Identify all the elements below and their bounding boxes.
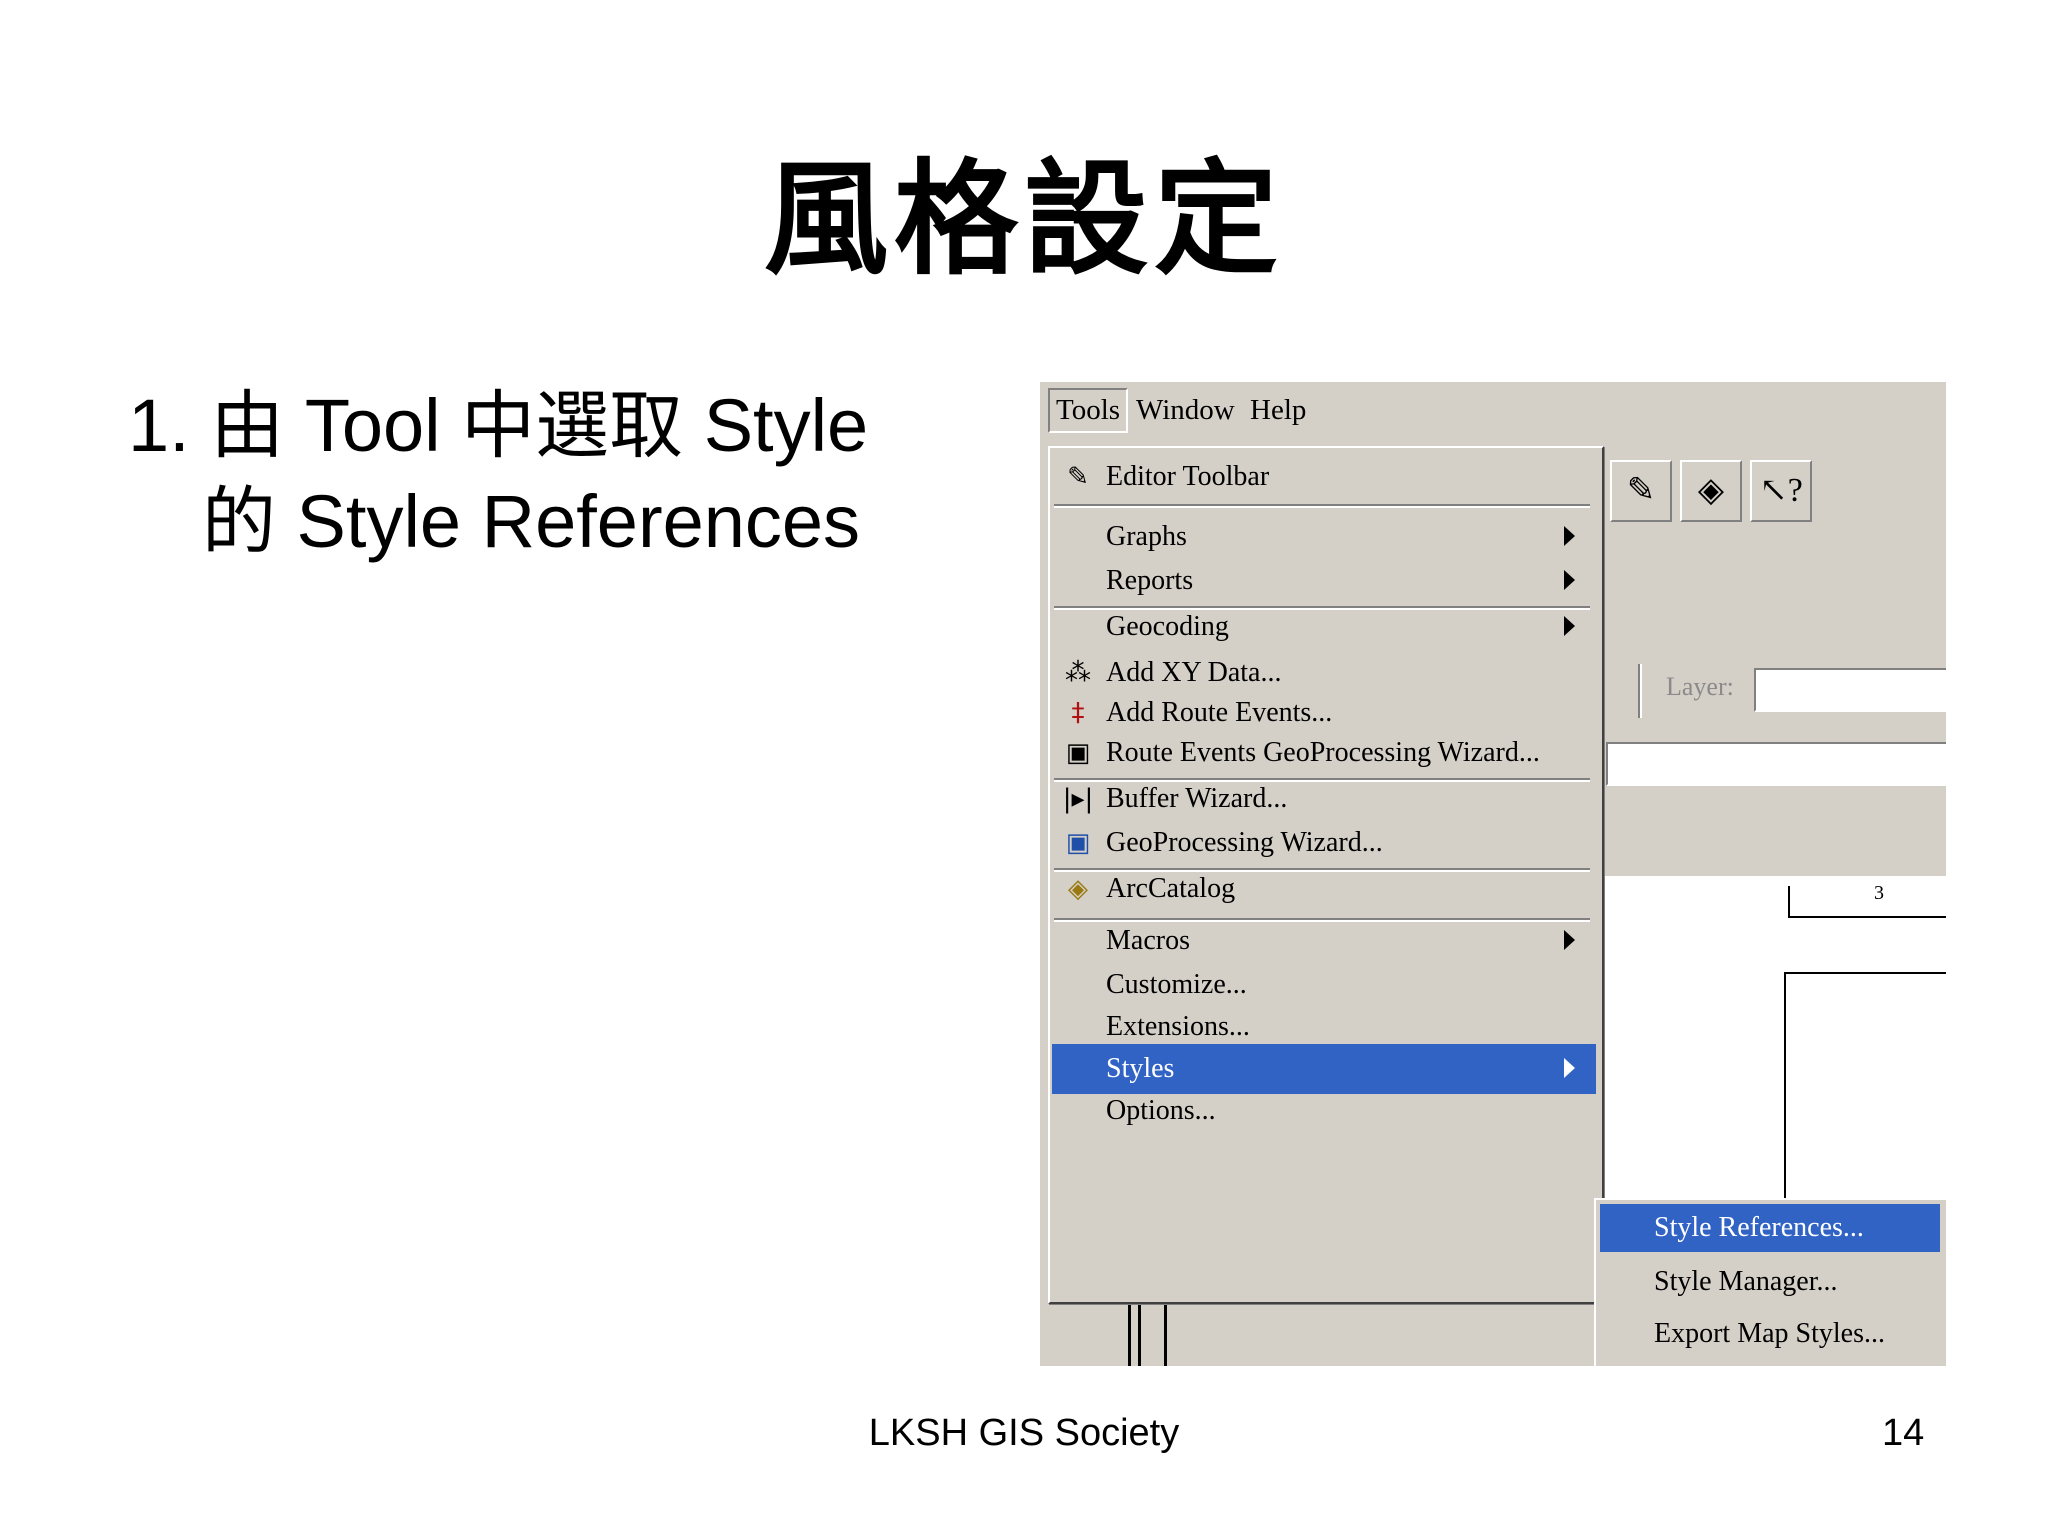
submenu-arrow-icon [1564, 930, 1575, 950]
menu-item-arccatalog[interactable]: ◈ ArcCatalog [1052, 864, 1596, 914]
layer-label: Layer: [1666, 672, 1734, 701]
menu-item-route-events-wizard[interactable]: ▣ Route Events GeoProcessing Wizard... [1052, 728, 1596, 778]
arccatalog-icon: ◈ [1068, 874, 1088, 904]
footer-text: LKSH GIS Society [868, 1412, 1180, 1454]
submenu-item-style-references[interactable]: Style References... [1600, 1204, 1940, 1252]
route-events-icon: ‡ [1071, 698, 1085, 728]
menu-label: Style References... [1654, 1212, 1864, 1243]
menu-bar: Tools Window Help [1040, 382, 1946, 446]
menu-label: Styles [1106, 1053, 1175, 1084]
menu-tools[interactable]: Tools [1048, 388, 1129, 433]
arccatalog-button[interactable]: ◈ [1680, 460, 1742, 522]
menu-label: GeoProcessing Wizard... [1106, 827, 1383, 858]
menu-item-geoprocessing-wizard[interactable]: ▣ GeoProcessing Wizard... [1052, 818, 1596, 868]
page-number: 14 [1882, 1412, 1925, 1454]
submenu-arrow-icon [1564, 526, 1575, 546]
bullet-line-1: 1. 由 Tool 中選取 Style [128, 384, 869, 467]
menu-label: Reports [1106, 565, 1194, 596]
whats-this-button[interactable]: ↖? [1750, 460, 1812, 522]
menu-label: Macros [1106, 925, 1190, 956]
scroll-bars [1128, 1302, 1188, 1366]
menu-label: Buffer Wizard... [1106, 783, 1288, 814]
menu-label: Add Route Events... [1106, 697, 1333, 728]
menu-label: Route Events GeoProcessing Wizard... [1106, 737, 1540, 768]
whats-this-icon: ↖? [1759, 472, 1803, 509]
menu-item-buffer-wizard[interactable]: |▸| Buffer Wizard... [1052, 774, 1596, 824]
menu-label: Add XY Data... [1106, 657, 1282, 688]
menu-label: Extensions... [1106, 1011, 1250, 1042]
editor-pencil-icon: ✎ [1626, 472, 1656, 509]
menu-window[interactable]: Window [1136, 394, 1235, 427]
menu-item-geocoding[interactable]: Geocoding [1052, 602, 1596, 652]
submenu-arrow-icon [1564, 616, 1575, 636]
wizard-icon: ▣ [1065, 738, 1091, 768]
menu-label: Options... [1106, 1095, 1216, 1126]
menu-label: ArcCatalog [1106, 873, 1236, 904]
bullet-text: 1. 由 Tool 中選取 Style 的 Style References [128, 378, 868, 570]
arcmap-screenshot: Tools Window Help ✎ ◈ ↖? Layer: 3 ✎ Edit… [1040, 382, 1946, 1366]
menu-label: Graphs [1106, 521, 1187, 552]
submenu-item-style-manager[interactable]: Style Manager... [1600, 1258, 1940, 1306]
menu-item-graphs[interactable]: Graphs [1052, 512, 1596, 562]
submenu-arrow-icon [1564, 570, 1575, 590]
layer-select[interactable] [1754, 668, 1946, 712]
wizard-icon: ▣ [1065, 828, 1091, 858]
toolbar-separator [1638, 664, 1640, 718]
menu-label: Style Manager... [1654, 1266, 1838, 1297]
xy-data-icon: ⁂ [1065, 658, 1091, 688]
arccatalog-icon: ◈ [1697, 472, 1725, 509]
ruler-mark: 3 [1874, 882, 1884, 904]
menu-item-macros[interactable]: Macros [1052, 916, 1596, 966]
menu-label: Editor Toolbar [1106, 461, 1270, 492]
styles-submenu: Style References... Style Manager... Exp… [1594, 1198, 1946, 1366]
submenu-item-export-map-styles[interactable]: Export Map Styles... [1600, 1310, 1940, 1358]
submenu-arrow-icon [1564, 1058, 1575, 1078]
buffer-icon: |▸| [1062, 784, 1094, 814]
menu-label: Customize... [1106, 969, 1247, 1000]
menu-item-reports[interactable]: Reports [1052, 556, 1596, 606]
editor-toolbar-button[interactable]: ✎ [1610, 460, 1672, 522]
menu-label: Geocoding [1106, 611, 1229, 642]
toolbar-text-field[interactable] [1606, 742, 1946, 786]
ruler: 3 [1788, 882, 1946, 918]
slide-title: 風格設定 [763, 148, 1284, 292]
menu-help[interactable]: Help [1250, 394, 1306, 427]
editor-pencil-icon: ✎ [1067, 462, 1089, 492]
menu-separator [1054, 504, 1590, 508]
tools-dropdown-menu: ✎ Editor Toolbar Graphs Reports Geocodin… [1048, 446, 1604, 1304]
menu-item-editor-toolbar[interactable]: ✎ Editor Toolbar [1052, 452, 1596, 502]
bullet-line-2: 的 Style References [202, 480, 861, 563]
menu-label: Export Map Styles... [1654, 1318, 1885, 1349]
menu-item-options[interactable]: Options... [1052, 1086, 1596, 1136]
